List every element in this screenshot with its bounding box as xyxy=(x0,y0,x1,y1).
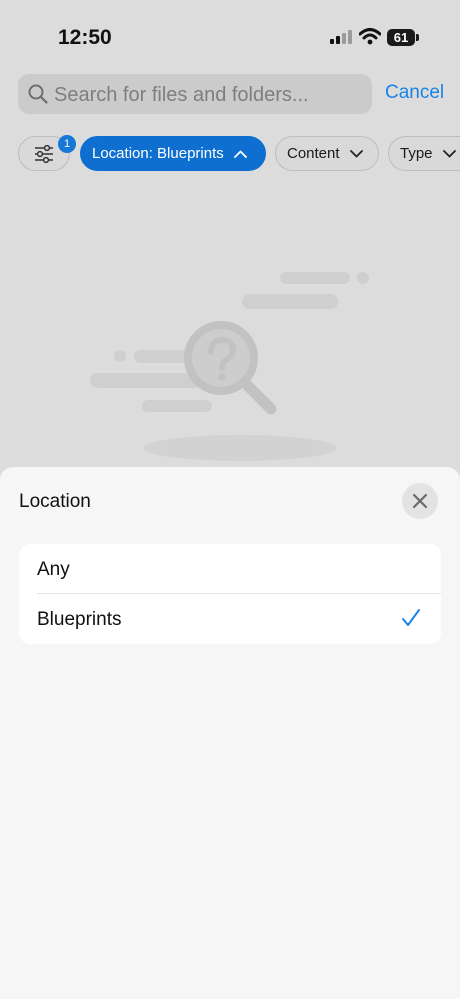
chevron-up-icon xyxy=(233,149,247,158)
location-chip-label: Location: Blueprints xyxy=(92,145,224,162)
sliders-icon xyxy=(35,144,53,163)
search-placeholder: Search for files and folders... xyxy=(54,84,309,106)
location-option-blueprints[interactable]: Blueprints xyxy=(19,594,441,644)
sheet-title: Location xyxy=(19,491,91,512)
cancel-button[interactable]: Cancel xyxy=(385,82,444,104)
empty-state-illustration xyxy=(90,272,369,461)
close-button[interactable] xyxy=(402,483,438,519)
content-chip-label: Content xyxy=(287,145,340,162)
chevron-down-icon xyxy=(349,149,363,158)
battery-nub xyxy=(416,34,419,41)
type-chip-label: Type xyxy=(400,145,433,162)
filter-count-badge: 1 xyxy=(58,135,76,153)
location-options-list: Any Blueprints xyxy=(19,544,441,644)
content-filter-chip[interactable]: Content xyxy=(275,136,379,171)
location-option-any[interactable]: Any xyxy=(19,544,441,594)
search-icon xyxy=(28,84,48,104)
wifi-icon xyxy=(359,28,381,45)
close-icon xyxy=(412,493,428,509)
status-time: 12:50 xyxy=(58,26,112,49)
battery-indicator: 61 xyxy=(387,29,415,46)
status-bar: 12:50 61 xyxy=(0,0,460,70)
checkmark-icon xyxy=(402,609,420,626)
location-sheet: Location Any Blueprints xyxy=(0,467,460,999)
search-input[interactable]: Search for files and folders... xyxy=(18,74,372,114)
option-label: Blueprints xyxy=(37,609,122,630)
cellular-signal-icon xyxy=(330,30,352,44)
option-label: Any xyxy=(37,559,70,580)
location-filter-chip[interactable]: Location: Blueprints xyxy=(80,136,266,171)
type-filter-chip[interactable]: Type xyxy=(388,136,460,171)
chevron-down-icon xyxy=(442,149,456,158)
